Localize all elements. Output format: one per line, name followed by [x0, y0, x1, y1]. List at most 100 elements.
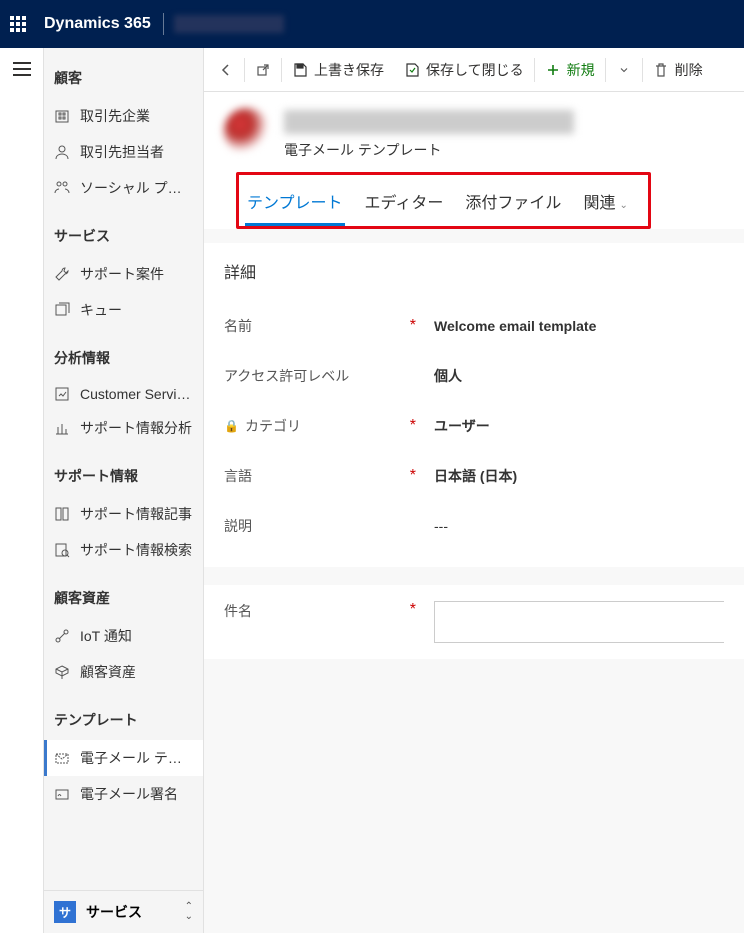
sidebar-item-cs-dashboard[interactable]: Customer Service ...: [44, 378, 203, 410]
area-badge: サ: [54, 901, 76, 923]
field-label: 説明: [224, 516, 404, 536]
required-indicator: *: [404, 417, 416, 435]
far-left-rail: [0, 48, 44, 933]
social-icon: [54, 180, 70, 196]
record-subtitle: 電子メール テンプレート: [284, 140, 574, 160]
tab-label: テンプレート: [247, 195, 343, 212]
arrow-left-icon: [218, 62, 234, 78]
sidebar-item-social[interactable]: ソーシャル プロ...: [44, 170, 203, 206]
sidebar-item-iot-alerts[interactable]: IoT 通知: [44, 618, 203, 654]
sidebar-item-contacts[interactable]: 取引先担当者: [44, 134, 203, 170]
signature-icon: [54, 786, 70, 802]
nav-item-label: 取引先企業: [80, 106, 150, 126]
global-topbar: Dynamics 365: [0, 0, 744, 48]
nav-item-label: サポート案件: [80, 264, 164, 284]
nav-group-customers: 顧客: [44, 48, 203, 98]
search-book-icon: [54, 542, 70, 558]
chevron-down-icon: ⌄: [619, 200, 627, 211]
sidebar-item-email-templates[interactable]: 電子メール テン...: [44, 740, 203, 776]
area-label: サービス: [86, 902, 175, 922]
sidebar-item-accounts[interactable]: 取引先企業: [44, 98, 203, 134]
nav-group-knowledge: サポート情報: [44, 446, 203, 496]
record-header: 電子メール テンプレート テンプレート エディター 添付ファイル 関連 ⌄: [204, 92, 744, 229]
tab-attachments[interactable]: 添付ファイル: [463, 181, 563, 226]
cmd-label: 保存して閉じる: [426, 60, 524, 80]
queue-icon: [54, 302, 70, 318]
asset-icon: [54, 664, 70, 680]
field-value: 日本語 (日本): [434, 466, 517, 486]
tab-editor[interactable]: エディター: [363, 181, 446, 226]
save-close-icon: [404, 62, 420, 78]
cmd-label: 新規: [567, 60, 595, 80]
subject-section: 件名 *: [204, 585, 744, 659]
sidebar-nav: 顧客 取引先企業 取引先担当者 ソーシャル プロ... サービス サポート案件 …: [44, 48, 204, 933]
sidebar-item-kb-articles[interactable]: サポート情報記事: [44, 496, 203, 532]
wrench-icon: [54, 266, 70, 282]
area-switcher[interactable]: サ サービス ⌃⌄: [44, 890, 203, 933]
nav-item-label: キュー: [80, 300, 122, 320]
mail-icon: [54, 750, 70, 766]
field-description[interactable]: 説明 ---: [224, 501, 724, 551]
field-category[interactable]: 🔒 カテゴリ * ユーザー: [224, 401, 724, 451]
tab-related[interactable]: 関連 ⌄: [581, 181, 629, 226]
nav-item-label: Customer Service ...: [80, 386, 193, 402]
field-label: 🔒 カテゴリ: [224, 416, 404, 436]
lock-icon: 🔒: [224, 419, 239, 433]
updown-chevron-icon: ⌃⌄: [185, 902, 193, 922]
sidebar-item-kb-analytics[interactable]: サポート情報分析: [44, 410, 203, 446]
nav-item-label: ソーシャル プロ...: [80, 178, 193, 198]
chevron-down-icon: [616, 62, 632, 78]
tab-label: 関連: [583, 195, 615, 212]
field-permission[interactable]: アクセス許可レベル 個人: [224, 351, 724, 401]
tab-label: エディター: [365, 195, 444, 212]
field-language[interactable]: 言語 * 日本語 (日本): [224, 451, 724, 501]
back-button[interactable]: [208, 48, 244, 91]
sidebar-item-customer-assets[interactable]: 顧客資産: [44, 654, 203, 690]
field-label: アクセス許可レベル: [224, 366, 404, 386]
nav-group-service: サービス: [44, 206, 203, 256]
new-button[interactable]: 新規: [535, 48, 605, 91]
nav-group-insights: 分析情報: [44, 328, 203, 378]
article-icon: [54, 506, 70, 522]
nav-group-templates: テンプレート: [44, 690, 203, 740]
app-launcher-icon[interactable]: [10, 16, 26, 32]
required-indicator: *: [404, 317, 416, 335]
details-section: 詳細 名前 * Welcome email template アクセス許可レベル…: [204, 243, 744, 567]
record-avatar: [224, 108, 270, 154]
chart-icon: [54, 386, 70, 402]
plus-icon: [545, 62, 561, 78]
sidebar-item-cases[interactable]: サポート案件: [44, 256, 203, 292]
save-button[interactable]: 上書き保存: [282, 48, 394, 91]
person-icon: [54, 144, 70, 160]
cmd-label: 削除: [675, 60, 703, 80]
hamburger-icon[interactable]: [13, 62, 31, 76]
brand-label: Dynamics 365: [44, 15, 151, 33]
subject-input[interactable]: [434, 601, 724, 643]
field-value: Welcome email template: [434, 318, 596, 334]
nav-item-label: サポート情報記事: [80, 504, 192, 524]
field-name[interactable]: 名前 * Welcome email template: [224, 301, 724, 351]
sidebar-item-queues[interactable]: キュー: [44, 292, 203, 328]
brand-separator: [163, 13, 164, 35]
field-value: 個人: [434, 366, 462, 386]
nav-item-label: 顧客資産: [80, 662, 136, 682]
new-dropdown-button[interactable]: [606, 48, 642, 91]
tab-template[interactable]: テンプレート: [245, 181, 345, 226]
section-title: 詳細: [224, 259, 724, 283]
open-new-window-button[interactable]: [245, 48, 281, 91]
open-external-icon: [255, 62, 271, 78]
app-name-redacted: [174, 15, 284, 33]
iot-icon: [54, 628, 70, 644]
record-title-redacted: [284, 110, 574, 134]
analytics-icon: [54, 420, 70, 436]
nav-item-label: 電子メール署名: [80, 784, 178, 804]
save-close-button[interactable]: 保存して閉じる: [394, 48, 534, 91]
nav-item-label: サポート情報検索: [80, 540, 192, 560]
command-bar: 上書き保存 保存して閉じる 新規 削除: [204, 48, 744, 92]
sidebar-item-kb-search[interactable]: サポート情報検索: [44, 532, 203, 568]
delete-button[interactable]: 削除: [643, 48, 713, 91]
field-value: ユーザー: [434, 416, 490, 436]
cmd-label: 上書き保存: [314, 60, 384, 80]
nav-item-label: 取引先担当者: [80, 142, 164, 162]
sidebar-item-email-signatures[interactable]: 電子メール署名: [44, 776, 203, 812]
